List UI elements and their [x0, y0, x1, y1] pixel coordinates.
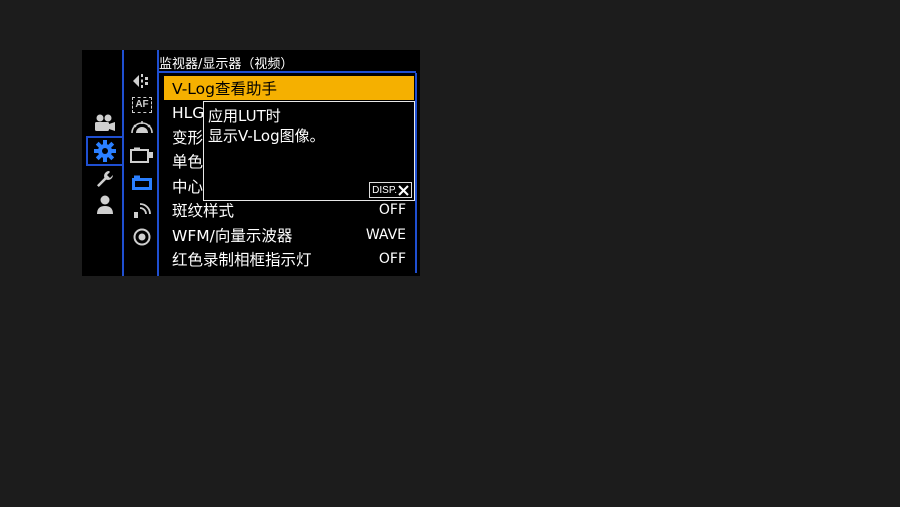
wrench-icon[interactable]: [94, 168, 116, 190]
focus-adjust-icon[interactable]: [130, 70, 154, 92]
gear-icon[interactable]: [86, 136, 122, 166]
menu-item-label: V-Log查看助手: [172, 80, 277, 98]
title-divider: [159, 71, 416, 73]
close-icon: [398, 184, 409, 196]
main-category-column: [82, 50, 124, 276]
menu-item-wfm-vectorscope[interactable]: WFM/向量示波器 WAVE: [164, 223, 414, 247]
menu-item-label: WFM/向量示波器: [172, 227, 293, 245]
menu-item-label: 红色录制相框指示灯: [172, 251, 312, 269]
disp-label: DISP.: [372, 184, 397, 196]
menu-item-value: WAVE: [365, 227, 406, 243]
camera-outline-icon[interactable]: [130, 146, 154, 164]
camera-menu-screen: AF 监视器/显示器（视频） V-Log查看助手 HLG 变形 单色 中心 斑纹…: [82, 50, 420, 276]
disp-close-button[interactable]: DISP.: [369, 182, 412, 198]
af-icon[interactable]: AF: [130, 96, 154, 114]
sub-category-column: AF: [124, 50, 159, 276]
help-popup: 应用LUT时 显示V-Log图像。 DISP.: [203, 101, 415, 201]
camera-filled-icon[interactable]: [130, 174, 154, 192]
menu-right-border: [415, 73, 417, 273]
menu-item-value: OFF: [378, 251, 406, 267]
person-icon[interactable]: [94, 194, 116, 216]
lens-icon[interactable]: [130, 226, 154, 248]
menu-item-red-rec-frame-indicator[interactable]: 红色录制相框指示灯 OFF: [164, 247, 414, 271]
menu-item-zebra-pattern[interactable]: 斑纹样式 OFF: [164, 198, 414, 222]
help-text-line-2: 显示V-Log图像。: [208, 127, 325, 145]
menu-item-label: 斑纹样式: [172, 202, 235, 220]
menu-item-value: OFF: [378, 202, 406, 218]
menu-item-vlog-view-assist[interactable]: V-Log查看助手: [164, 76, 414, 100]
wireless-icon[interactable]: [130, 200, 154, 220]
help-text-line-1: 应用LUT时: [208, 107, 281, 125]
video-camera-icon[interactable]: [94, 112, 116, 134]
page-title: 监视器/显示器（视频）: [159, 57, 294, 72]
exposure-meter-icon[interactable]: [130, 118, 154, 138]
